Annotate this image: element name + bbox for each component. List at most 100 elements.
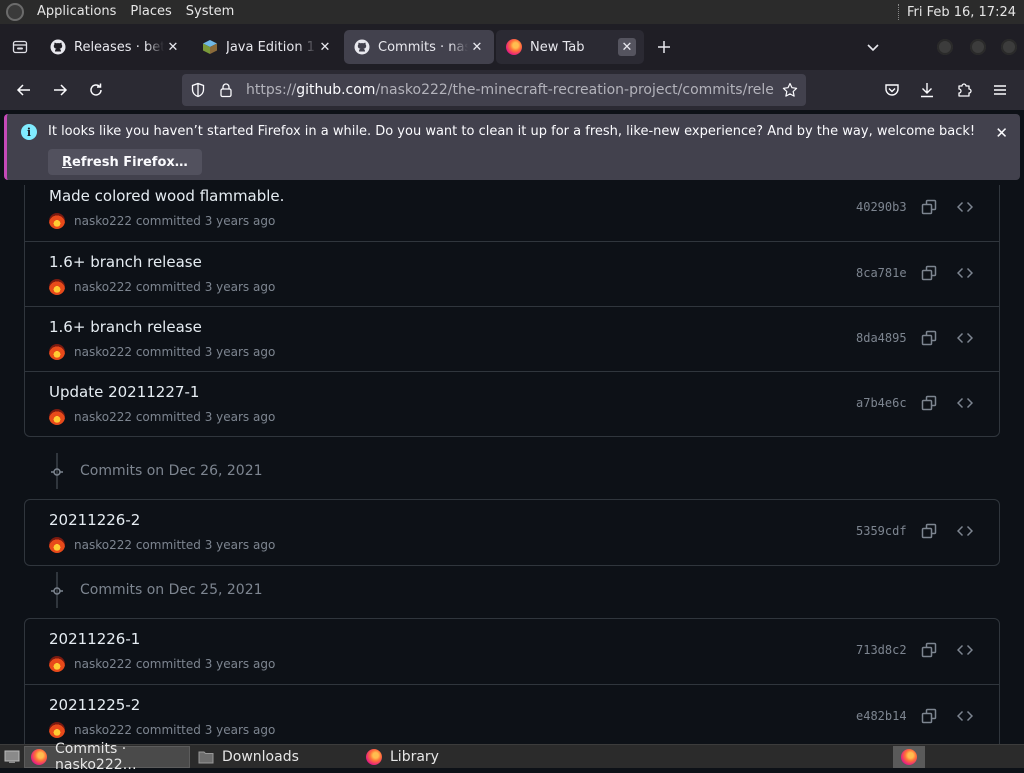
copy-sha-button[interactable] (920, 522, 938, 540)
commit-message-link[interactable]: Made colored wood flammable. (49, 187, 284, 205)
commit-message-link[interactable]: 20211226-2 (49, 511, 140, 529)
avatar[interactable] (49, 722, 65, 738)
commit-message-link[interactable]: 20211225-2 (49, 696, 140, 714)
copy-icon (921, 199, 937, 215)
commit-row: Update 20211227-1 nasko222 committed 3 y… (25, 371, 999, 436)
taskbar-item-downloads[interactable]: Downloads (192, 746, 358, 768)
close-window-button[interactable] (1001, 39, 1017, 55)
copy-sha-button[interactable] (920, 641, 938, 659)
commit-meta: nasko222 committed 3 years ago (49, 279, 275, 295)
copy-sha-button[interactable] (920, 198, 938, 216)
commit-author[interactable]: nasko222 (74, 723, 132, 737)
back-button[interactable] (8, 74, 40, 106)
url-host: github.com (296, 82, 376, 98)
tracking-protection-shield-icon[interactable] (184, 82, 212, 98)
tab-close-button[interactable]: ✕ (618, 38, 636, 56)
pocket-button[interactable] (876, 74, 908, 106)
tab-close-button[interactable]: ✕ (164, 38, 182, 56)
commit-author[interactable]: nasko222 (74, 280, 132, 294)
reload-button[interactable] (80, 74, 112, 106)
forward-button[interactable] (44, 74, 76, 106)
desktop-icon (4, 750, 20, 763)
commit-group-date: Commits on Dec 25, 2021 (80, 582, 263, 598)
commit-message-link[interactable]: Update 20211227-1 (49, 383, 199, 401)
tab-title: Commits · nasko222 (378, 39, 468, 55)
applications-menu[interactable]: Applications (30, 0, 123, 24)
clock[interactable]: Fri Feb 16, 17:24 (907, 5, 1024, 20)
copy-sha-button[interactable] (920, 329, 938, 347)
commit-author[interactable]: nasko222 (74, 538, 132, 552)
tab-new-tab[interactable]: New Tab ✕ (496, 30, 644, 64)
commit-node-icon (51, 466, 63, 478)
commit-sha-link[interactable]: 40290b3 (856, 200, 907, 214)
url-bar[interactable]: https://github.com/nasko222/the-minecraf… (182, 74, 806, 106)
browse-repo-button[interactable] (956, 707, 974, 725)
commit-message-link[interactable]: 1.6+ branch release (49, 253, 202, 271)
commit-sha-link[interactable]: a7b4e6c (856, 396, 907, 410)
close-notification-button[interactable]: ✕ (995, 124, 1008, 142)
extensions-button[interactable] (948, 74, 980, 106)
commit-sha-link[interactable]: 8ca781e (856, 266, 907, 280)
padlock-icon[interactable] (212, 82, 240, 98)
bookmark-star-icon[interactable] (774, 82, 806, 98)
avatar[interactable] (49, 537, 65, 553)
browse-repo-button[interactable] (956, 329, 974, 347)
copy-sha-button[interactable] (920, 264, 938, 282)
puzzle-piece-icon (958, 83, 972, 97)
commit-meta: nasko222 committed 3 years ago (49, 722, 275, 738)
commit-author[interactable]: nasko222 (74, 214, 132, 228)
tab-close-button[interactable]: ✕ (468, 38, 486, 56)
taskbar-item-firefox[interactable]: Commits · nasko222… (24, 741, 190, 773)
app-menu-button[interactable] (984, 74, 1016, 106)
copy-icon (921, 395, 937, 411)
system-menu[interactable]: System (179, 0, 241, 24)
maximize-window-button[interactable] (970, 39, 986, 55)
downloads-button[interactable] (911, 74, 943, 106)
download-icon (921, 83, 933, 98)
commit-author[interactable]: nasko222 (74, 410, 132, 424)
distro-logo-icon[interactable] (6, 3, 24, 21)
avatar[interactable] (49, 344, 65, 360)
show-desktop-button[interactable] (0, 746, 24, 768)
list-all-tabs-button[interactable] (862, 36, 884, 58)
commit-meta: nasko222 committed 3 years ago (49, 656, 275, 672)
url-path: /nasko222/the-minecraft-recreation-proje… (375, 82, 774, 98)
tab-commits[interactable]: Commits · nasko222 ✕ (344, 30, 494, 64)
commit-sha-link[interactable]: 8da4895 (856, 331, 907, 345)
avatar[interactable] (49, 213, 65, 229)
copy-sha-button[interactable] (920, 707, 938, 725)
url-text[interactable]: https://github.com/nasko222/the-minecraf… (246, 82, 774, 98)
commit-time: committed 3 years ago (135, 657, 276, 671)
firefox-view-icon (12, 40, 28, 54)
firefox-icon (366, 748, 382, 765)
workspace-switcher[interactable] (893, 746, 925, 768)
commit-sha-link[interactable]: 5359cdf (856, 524, 907, 538)
minimize-window-button[interactable] (937, 39, 953, 55)
browse-repo-button[interactable] (956, 641, 974, 659)
places-menu[interactable]: Places (123, 0, 178, 24)
refresh-firefox-button[interactable]: Refresh Firefox… (48, 149, 202, 175)
commit-author[interactable]: nasko222 (74, 345, 132, 359)
browse-repo-button[interactable] (956, 198, 974, 216)
tab-close-button[interactable]: ✕ (316, 38, 334, 56)
tab-releases[interactable]: Releases · betacraft ✕ (40, 30, 190, 64)
browse-repo-button[interactable] (956, 264, 974, 282)
avatar[interactable] (49, 279, 65, 295)
browse-repo-button[interactable] (956, 394, 974, 412)
browse-repo-button[interactable] (956, 522, 974, 540)
commit-message-link[interactable]: 1.6+ branch release (49, 318, 202, 336)
firefox-view-button[interactable] (0, 24, 40, 70)
new-tab-button[interactable] (646, 30, 682, 64)
commit-message-link[interactable]: 20211226-1 (49, 630, 140, 648)
commit-author[interactable]: nasko222 (74, 657, 132, 671)
commit-sha-link[interactable]: 713d8c2 (856, 643, 907, 657)
copy-sha-button[interactable] (920, 394, 938, 412)
commit-sha-link[interactable]: e482b14 (856, 709, 907, 723)
code-icon (957, 710, 973, 722)
avatar[interactable] (49, 409, 65, 425)
taskbar-item-library[interactable]: Library (360, 746, 526, 768)
avatar[interactable] (49, 656, 65, 672)
code-icon (957, 332, 973, 344)
tab-java-edition[interactable]: Java Edition 13w ✕ (192, 30, 342, 64)
top-panel: Applications Places System Fri Feb 16, 1… (0, 0, 1024, 24)
